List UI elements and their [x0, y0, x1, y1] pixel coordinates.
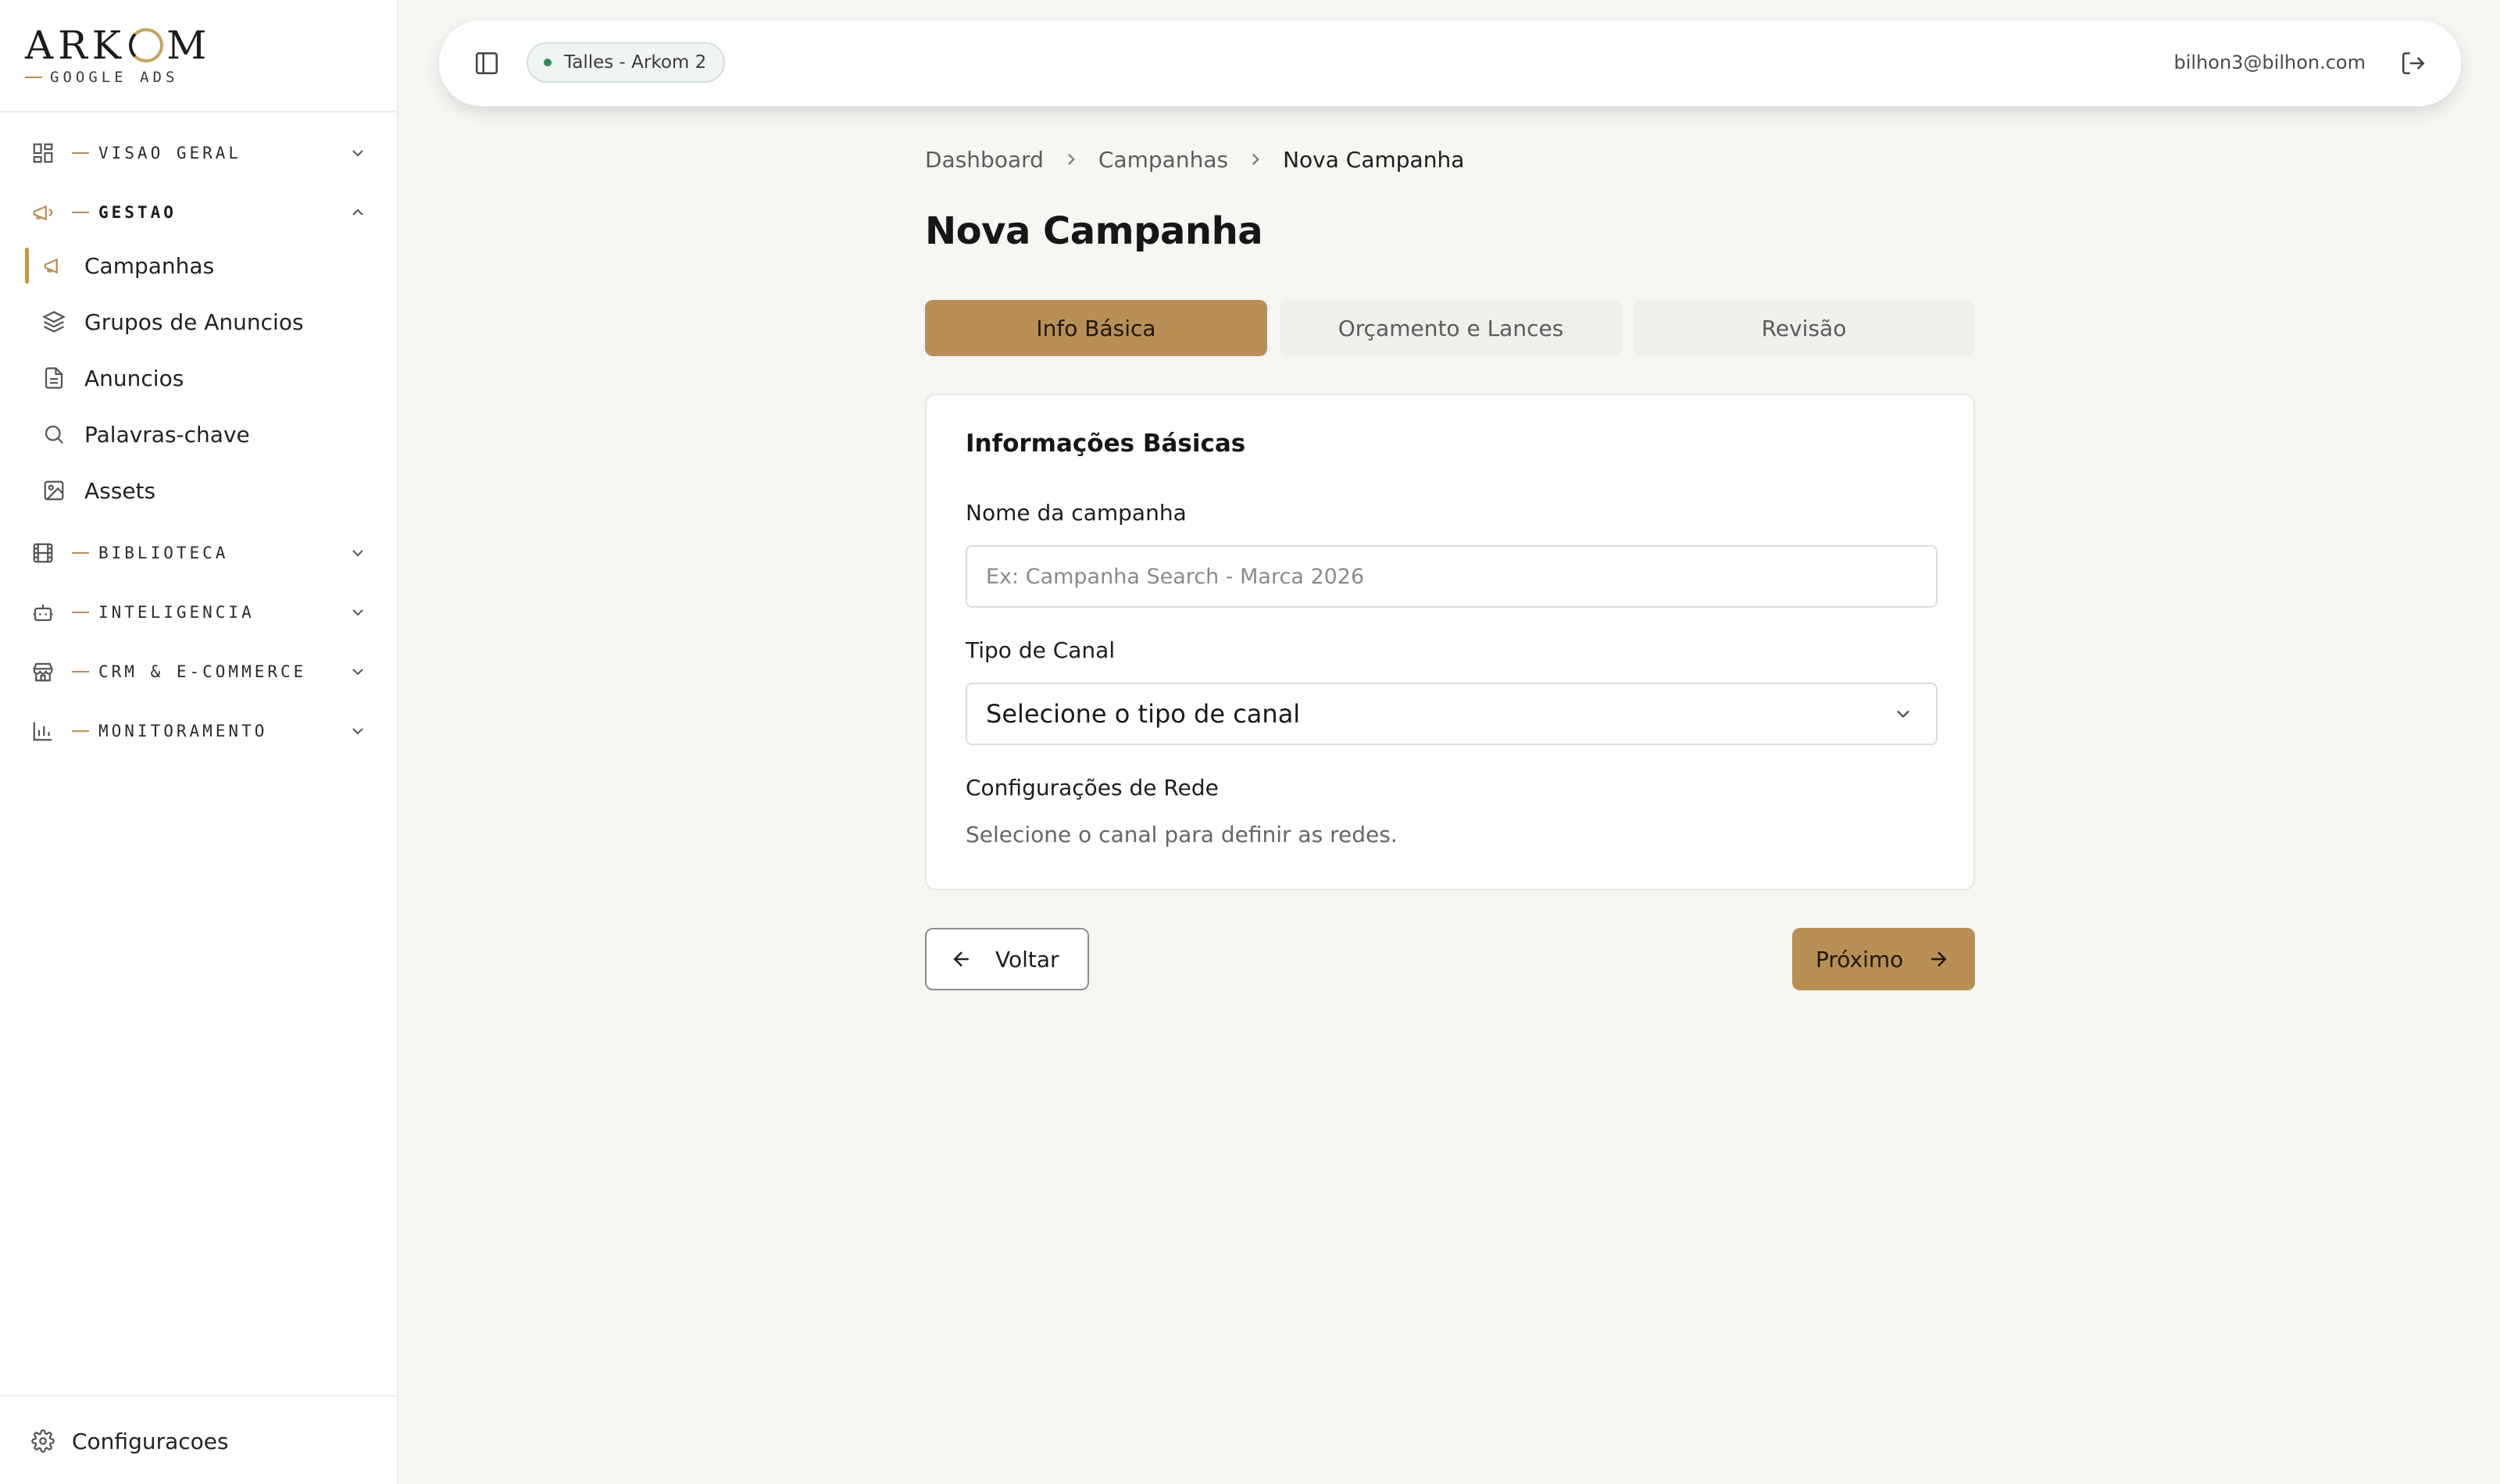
sidebar: ARK M GOOGLE ADS VISAO GERAL GESTAO Campa…	[0, 0, 398, 1484]
arrow-left-icon	[953, 951, 969, 967]
stepper: Info Básica Orçamento e Lances Revisão	[925, 300, 1975, 356]
breadcrumb: Dashboard Campanhas Nova Campanha	[925, 144, 1464, 175]
layers-icon	[42, 311, 66, 333]
status-dot-icon	[544, 59, 552, 66]
sidebar-item-campanhas[interactable]: Campanhas	[25, 243, 369, 288]
film-icon	[33, 543, 53, 563]
chevron-down-icon	[352, 669, 363, 676]
logo-ring-icon	[129, 28, 164, 62]
network-settings-helper: Selecione o canal para definir as redes.	[966, 822, 1398, 847]
chevron-down-icon	[352, 550, 363, 557]
channel-type-label: Tipo de Canal	[966, 637, 1116, 663]
network-settings-label: Configurações de Rede	[966, 775, 1219, 801]
chevron-down-icon	[1897, 710, 1909, 719]
campaign-name-label: Nome da campanha	[966, 500, 1187, 526]
gear-icon	[31, 1429, 55, 1453]
chevron-down-icon	[352, 609, 363, 616]
tab-info-basica[interactable]: Info Básica	[925, 300, 1267, 356]
image-icon	[44, 480, 64, 501]
divider	[0, 1395, 397, 1397]
chevron-right-icon	[1252, 153, 1259, 166]
sidebar-toggle-icon[interactable]	[473, 50, 500, 77]
bot-icon	[33, 605, 53, 622]
next-button[interactable]: Próximo	[1792, 928, 1975, 990]
sidebar-section-biblioteca[interactable]: BIBLIOTECA	[31, 534, 367, 572]
chevron-right-icon	[1067, 153, 1075, 166]
sidebar-section-monitoramento[interactable]: MONITORAMENTO	[31, 712, 367, 750]
divider	[0, 111, 397, 112]
page-title: Nova Campanha	[925, 209, 1263, 253]
sidebar-item-anuncios[interactable]: Anuncios	[25, 355, 369, 401]
user-email: bilhon3@bilhon.com	[2173, 52, 2366, 73]
brand[interactable]: ARK M GOOGLE ADS	[25, 22, 211, 86]
sidebar-section-gestao[interactable]: GESTAO	[31, 194, 367, 231]
sidebar-item-grupos-de-anuncios[interactable]: Grupos de Anuncios	[25, 299, 369, 344]
sidebar-item-assets[interactable]: Assets	[25, 468, 369, 513]
channel-type-select[interactable]: Selecione o tipo de canal	[966, 683, 1938, 745]
tab-revisao[interactable]: Revisão	[1633, 300, 1975, 356]
megaphone-icon	[44, 258, 58, 274]
breadcrumb-dashboard[interactable]: Dashboard	[925, 147, 1044, 173]
basic-info-card: Informações Básicas Nome da campanha Tip…	[925, 394, 1975, 890]
card-title: Informações Básicas	[966, 430, 1246, 458]
chevron-up-icon	[352, 209, 363, 216]
sidebar-item-palavras-chave[interactable]: Palavras-chave	[25, 412, 369, 457]
store-icon	[33, 662, 53, 682]
sidebar-section-crm-ecommerce[interactable]: CRM & E-COMMERCE	[31, 653, 367, 690]
chevron-down-icon	[352, 728, 363, 735]
arrow-right-icon	[1931, 951, 1947, 967]
chevron-down-icon	[352, 150, 363, 157]
file-text-icon	[45, 367, 63, 389]
megaphone-icon	[33, 205, 53, 221]
back-button[interactable]: Voltar	[925, 928, 1089, 990]
campaign-name-input[interactable]	[966, 545, 1938, 608]
logout-icon[interactable]	[2400, 50, 2427, 77]
breadcrumb-campanhas[interactable]: Campanhas	[1098, 147, 1228, 173]
account-selector[interactable]: Talles - Arkom 2	[527, 42, 726, 83]
breadcrumb-nova-campanha: Nova Campanha	[1283, 146, 1465, 173]
sidebar-section-visao-geral[interactable]: VISAO GERAL	[31, 134, 367, 172]
layout-grid-icon	[33, 143, 53, 163]
tab-orcamento-e-lances[interactable]: Orçamento e Lances	[1280, 300, 1622, 356]
sidebar-section-inteligencia[interactable]: INTELIGENCIA	[31, 594, 367, 631]
topbar: Talles - Arkom 2 bilhon3@bilhon.com	[439, 20, 2461, 106]
search-icon	[45, 425, 64, 444]
brand-subtitle: GOOGLE ADS	[25, 69, 211, 86]
brand-logo: ARK M	[25, 23, 212, 68]
sidebar-item-configuracoes[interactable]: Configuracoes	[31, 1423, 229, 1459]
bar-chart-icon	[33, 722, 52, 741]
